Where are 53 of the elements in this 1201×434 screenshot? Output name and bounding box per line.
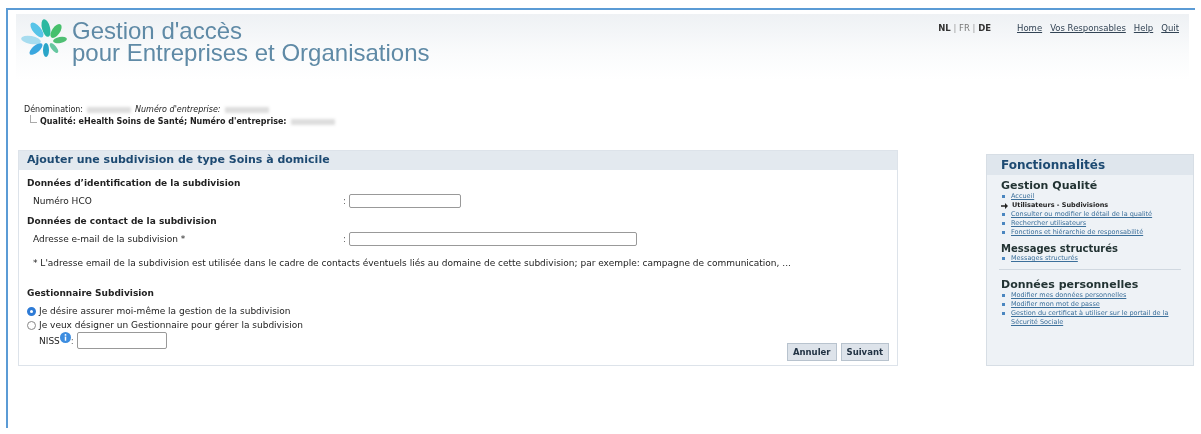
bullet-icon (1002, 222, 1005, 225)
redacted-value (290, 119, 335, 125)
redacted-value (87, 106, 132, 113)
bullet-icon (1002, 312, 1005, 315)
language-link[interactable]: NL (938, 23, 951, 33)
option-label: Je désire assurer moi-même la gestion de la subdivision (39, 306, 291, 316)
bullet-icon (1002, 195, 1005, 198)
bullet-icon (1002, 294, 1005, 297)
option-label: Je veux désigner un Gestionnaire pour gérer la subdivision (39, 320, 303, 330)
tree-line (30, 115, 37, 123)
language-link[interactable]: FR (959, 23, 970, 33)
group-heading: Données personnelles (1001, 278, 1140, 291)
input-field[interactable] (349, 194, 462, 208)
field-label: Numéro HCO (33, 196, 93, 206)
nav-link[interactable]: Quit (1161, 23, 1179, 80)
bullet-icon (1002, 257, 1005, 260)
colon: : (343, 234, 347, 244)
nav-link[interactable]: Help (1133, 23, 1154, 80)
radio-button[interactable] (27, 306, 36, 316)
action-button[interactable]: Suivant (840, 343, 889, 361)
section-heading: Gestionnaire Subdivision (27, 288, 155, 298)
quality-label: Qualité: eHealth Soins de Santé; Numéro d'entreprise: (40, 116, 287, 128)
info-icon[interactable] (59, 332, 71, 343)
redacted-value (224, 106, 269, 113)
colon: : (343, 196, 347, 206)
app-title: Gestion d'accès (72, 20, 243, 42)
number-label: Numéro d'entreprise: (135, 105, 221, 114)
radio-button[interactable] (27, 320, 36, 330)
app-subtitle: pour Entreprises et Organisations (72, 42, 430, 64)
colon: : (70, 335, 74, 346)
section-heading: Données d’identification de la subdivision (27, 178, 242, 188)
name-label: Dénomination: (24, 105, 84, 114)
input-field[interactable] (76, 332, 167, 349)
bullet-icon (1002, 231, 1005, 234)
field-label: NISS (39, 335, 60, 346)
field-label: Adresse e-mail de la subdivision * (33, 234, 187, 244)
note-text: * L'adresse email de la subdivision est utilisée dans le cadre de contacts éventuels liés au domaine de cette subdivision; par exemple: campagne de communication, ... (33, 258, 792, 268)
logo-icon (20, 18, 70, 58)
group-heading: Gestion Qualité (1001, 179, 1099, 192)
arrow-icon (1001, 202, 1008, 209)
nav-link[interactable]: Vos Responsables (1050, 23, 1126, 80)
section-heading: Données de contact de la subdivision (27, 216, 218, 226)
bullet-icon (1002, 213, 1005, 216)
group-heading: Messages structurés (1001, 243, 1120, 254)
nav-link[interactable]: Home (1017, 23, 1043, 80)
form-title: Ajouter une subdivision de type Soins à domicile (19, 151, 897, 170)
bullet-icon (1002, 303, 1005, 306)
separator: | (952, 23, 958, 33)
language-link[interactable]: DE (978, 23, 991, 33)
action-button[interactable]: Annuler (786, 343, 837, 361)
sidebar-title: Fonctionnalités (987, 155, 1193, 175)
separator: | (971, 23, 977, 33)
input-field[interactable] (349, 232, 638, 246)
